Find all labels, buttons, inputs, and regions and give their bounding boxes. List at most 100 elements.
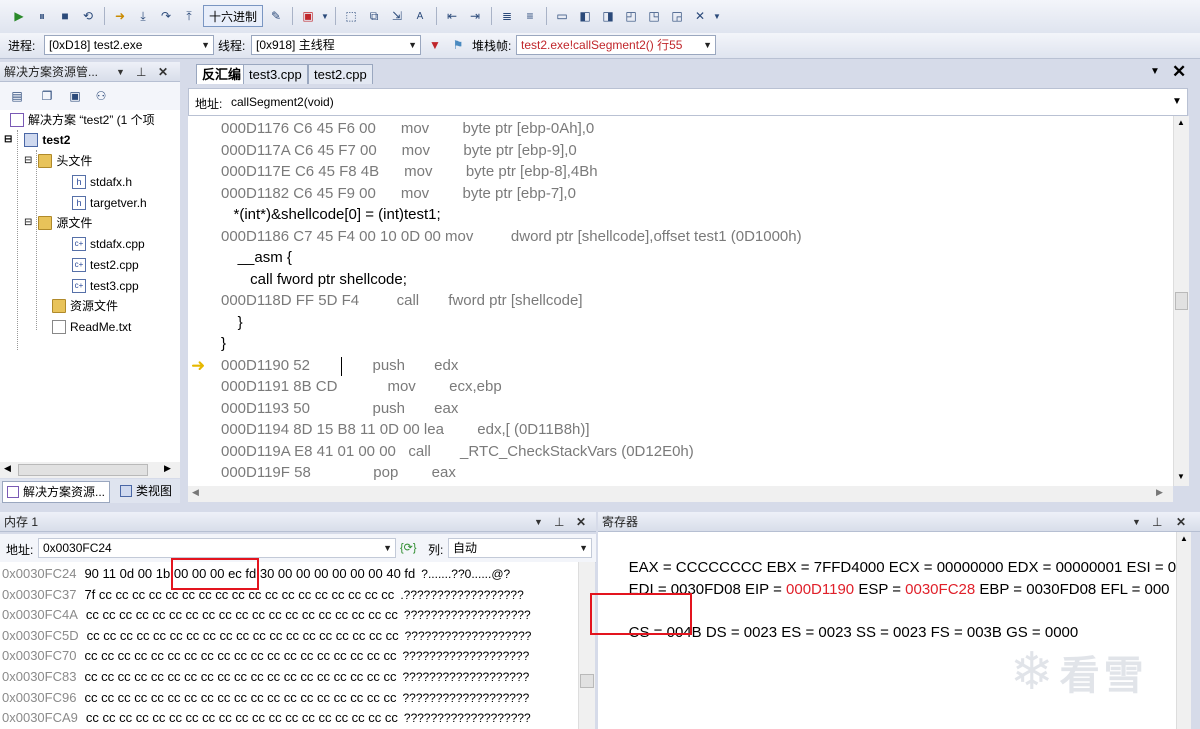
tree-item-file[interactable]: c+ test3.cpp: [72, 276, 139, 296]
outdent-icon[interactable]: ⇤: [441, 5, 463, 27]
continue-icon[interactable]: ▶: [8, 5, 30, 27]
chevron-down-icon[interactable]: ▼: [320, 5, 330, 27]
register-gs: GS = 0000: [1006, 624, 1079, 641]
hex-display-button[interactable]: 十六进制: [203, 5, 264, 27]
show-next-statement-icon[interactable]: ➜: [109, 5, 131, 27]
memory-bytes[interactable]: cc cc cc cc cc cc cc cc cc cc cc cc cc c…: [87, 628, 399, 643]
collapse-icon[interactable]: ⊟: [4, 130, 12, 150]
tree-item-source-folder[interactable]: ⊟ 源文件: [24, 213, 92, 233]
tab-class-view[interactable]: 类视图: [118, 481, 174, 501]
process-select[interactable]: [0xD18] test2.exe ▼: [44, 35, 214, 55]
scroll-up-icon[interactable]: ▲: [1180, 534, 1188, 543]
filter-icon[interactable]: ▼: [424, 34, 446, 56]
chevron-down-icon[interactable]: ▼: [1132, 512, 1141, 532]
tab-disassembly[interactable]: 反汇编: [196, 64, 248, 84]
chevron-down-icon[interactable]: ▼: [1172, 96, 1182, 107]
asm-line: 000D1182 C6 45 F9 00 mov byte ptr [ebp-7…: [221, 184, 576, 202]
comment-icon[interactable]: ≣: [496, 5, 518, 27]
indent-icon[interactable]: ⇥: [464, 5, 486, 27]
memory-bytes[interactable]: cc cc cc cc cc cc cc cc cc cc cc cc cc c…: [84, 648, 396, 663]
tree-item-file[interactable]: c+ stdafx.cpp: [72, 234, 145, 254]
collapse-icon[interactable]: ⊟: [24, 151, 32, 171]
step-into-icon[interactable]: ⤓: [132, 5, 154, 27]
collapse-icon[interactable]: ⊟: [24, 213, 32, 233]
chevron-down-icon[interactable]: ▼: [116, 62, 125, 82]
bookmark-icon[interactable]: ▭: [551, 5, 573, 27]
size-icon[interactable]: ⇲: [386, 5, 408, 27]
close-icon[interactable]: ✕: [1176, 512, 1186, 532]
scroll-right-icon[interactable]: ▶: [164, 463, 171, 474]
properties-icon[interactable]: ▤: [6, 85, 28, 107]
select-icon[interactable]: ⬚: [340, 5, 362, 27]
scroll-up-icon[interactable]: ▲: [1177, 118, 1185, 127]
tree-item-solution[interactable]: 解决方案 “test2” (1 个项: [10, 110, 155, 130]
close-icon[interactable]: ✕: [158, 62, 168, 82]
tab-test3-cpp[interactable]: test3.cpp: [243, 64, 308, 84]
step-over-icon[interactable]: ↷: [155, 5, 177, 27]
disassembly-address-bar: 地址: callSegment2(void) ▼: [188, 88, 1188, 116]
align-icon[interactable]: ⧉: [363, 5, 385, 27]
breakpoints-icon[interactable]: ✎: [265, 5, 287, 27]
show-all-files-icon[interactable]: ❐: [36, 85, 58, 107]
step-out-icon[interactable]: ⤒: [178, 5, 200, 27]
pin-icon[interactable]: ⊥: [136, 62, 146, 82]
chevron-down-icon[interactable]: ▼: [712, 5, 722, 27]
prev-folder-bookmark-icon[interactable]: ◰: [620, 5, 642, 27]
pin-icon[interactable]: ⊥: [554, 512, 564, 532]
chevron-down-icon[interactable]: ▼: [534, 512, 543, 532]
tree-item-resource-folder[interactable]: 资源文件: [52, 296, 118, 316]
scroll-left-icon[interactable]: ◀: [192, 487, 199, 498]
break-all-icon[interactable]: ⏸: [31, 5, 53, 27]
memory-vertical-scrollbar[interactable]: [578, 562, 595, 729]
tree-item-project[interactable]: ⊟ test2: [4, 130, 70, 150]
prev-bookmark-icon[interactable]: ◧: [574, 5, 596, 27]
scroll-thumb[interactable]: [580, 674, 594, 688]
memory-bytes[interactable]: cc cc cc cc cc cc cc cc cc cc cc cc cc c…: [86, 710, 398, 725]
scroll-left-icon[interactable]: ◀: [4, 463, 11, 474]
class-diagram-icon[interactable]: ⚇: [90, 85, 112, 107]
next-doc-bookmark-icon[interactable]: ◲: [666, 5, 688, 27]
memory-bytes[interactable]: cc cc cc cc cc cc cc cc cc cc cc cc cc c…: [84, 669, 396, 684]
columns-select[interactable]: 自动 ▼: [448, 538, 592, 558]
clear-bookmarks-icon[interactable]: ✕: [689, 5, 711, 27]
pin-icon[interactable]: ⊥: [1152, 512, 1162, 532]
uncomment-icon[interactable]: ≡: [519, 5, 541, 27]
scroll-thumb[interactable]: [18, 464, 148, 476]
memory-address-input[interactable]: 0x0030FC24 ▼: [38, 538, 396, 558]
registers-vertical-scrollbar[interactable]: ▲: [1176, 532, 1191, 729]
disassembly-view[interactable]: ➜ 000D1176 C6 45 F6 00 mov byte ptr [ebp…: [188, 116, 1173, 486]
scroll-right-icon[interactable]: ▶: [1156, 487, 1163, 498]
tree-item-file[interactable]: h stdafx.h: [72, 172, 132, 192]
next-folder-bookmark-icon[interactable]: ◳: [643, 5, 665, 27]
chevron-down-icon[interactable]: ▼: [1150, 66, 1160, 77]
restart-icon[interactable]: ⟲: [77, 5, 99, 27]
address-input[interactable]: callSegment2(void): [231, 95, 1161, 109]
stackframe-select[interactable]: test2.exe!callSegment2() 行55 ▼: [516, 35, 716, 55]
memory-view[interactable]: 0x0030FC24 90 11 0d 00 1b 00 00 00 ec fd …: [0, 562, 578, 729]
tab-test2-cpp[interactable]: test2.cpp: [308, 64, 373, 84]
close-icon[interactable]: ✕: [576, 512, 586, 532]
tree-item-header-folder[interactable]: ⊟ 头文件: [24, 151, 92, 171]
memory-bytes[interactable]: cc cc cc cc cc cc cc cc cc cc cc cc cc c…: [84, 690, 396, 705]
disassembly-vertical-scrollbar[interactable]: ▲ ▼: [1173, 116, 1189, 486]
flag-thread-icon[interactable]: ⚑: [447, 34, 469, 56]
next-bookmark-icon[interactable]: ◨: [597, 5, 619, 27]
stop-debugging-icon[interactable]: ■: [54, 5, 76, 27]
scroll-thumb[interactable]: [1175, 292, 1188, 310]
tree-item-file[interactable]: c+ test2.cpp: [72, 255, 139, 275]
text-cursor: [341, 357, 342, 376]
tab-solution-explorer[interactable]: 解决方案资源...: [2, 481, 111, 503]
tree-item-file[interactable]: h targetver.h: [72, 193, 147, 213]
process-value: [0xD18] test2.exe: [49, 38, 143, 52]
reevaluate-icon[interactable]: {⟳}: [400, 541, 417, 554]
tree-item-file[interactable]: ReadMe.txt: [52, 317, 131, 337]
disassembly-horizontal-scrollbar[interactable]: ◀ ▶: [188, 486, 1173, 502]
thread-select[interactable]: [0x918] 主线程 ▼: [251, 35, 421, 55]
close-icon[interactable]: ✕: [1172, 62, 1186, 82]
scroll-down-icon[interactable]: ▼: [1177, 472, 1185, 481]
tree-horizontal-scrollbar[interactable]: ◀ ▶: [0, 462, 180, 478]
memory-bytes[interactable]: cc cc cc cc cc cc cc cc cc cc cc cc cc c…: [86, 607, 398, 622]
text-icon[interactable]: A: [409, 5, 431, 27]
windows-dropdown-icon[interactable]: ▣: [297, 5, 319, 27]
refresh-icon[interactable]: ▣: [64, 85, 86, 107]
